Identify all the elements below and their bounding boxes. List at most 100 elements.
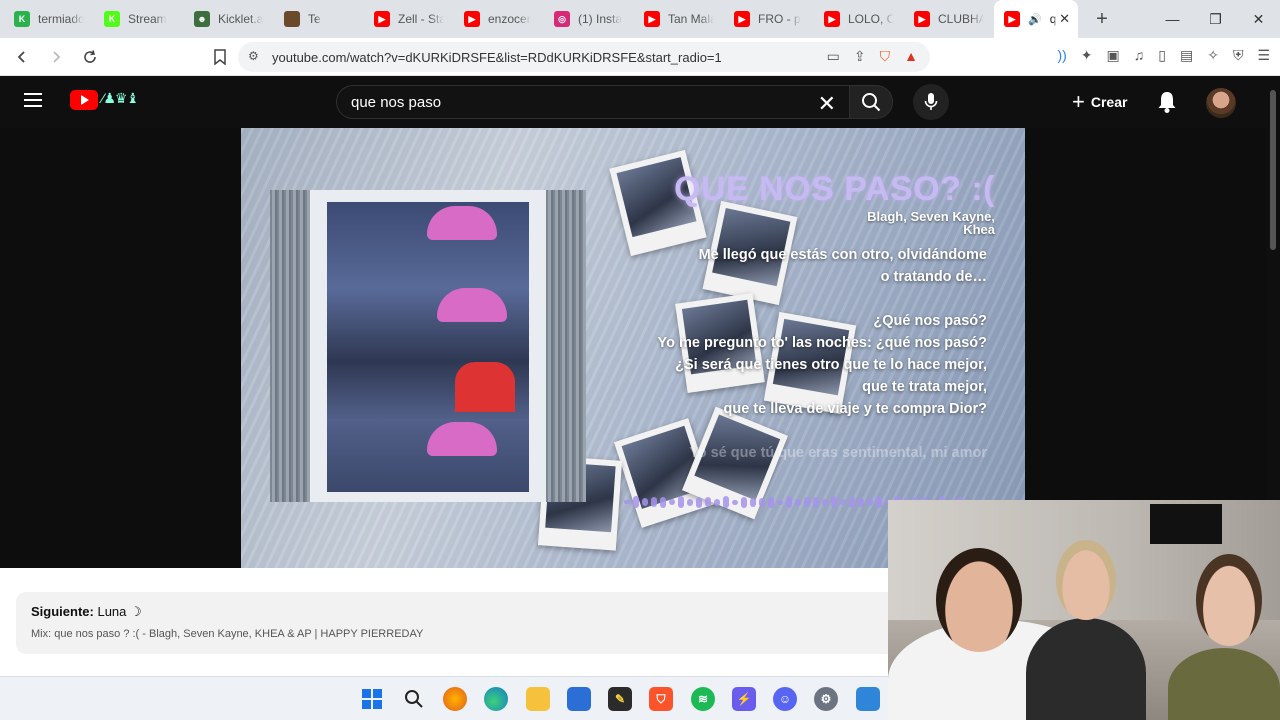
back-button[interactable] — [8, 43, 36, 71]
leo-ai-icon[interactable]: ✧ — [1207, 47, 1219, 64]
tab-favicon-icon: K — [104, 11, 120, 27]
bell-icon — [1158, 92, 1176, 113]
search-input[interactable]: que nos paso ✕ — [336, 85, 850, 119]
firefox-icon[interactable] — [443, 687, 467, 711]
up-next-card[interactable]: Siguiente: Luna ☽ Mix: que nos paso ? :(… — [16, 592, 916, 654]
waveform-dot — [858, 497, 864, 507]
waveform-dot — [840, 499, 846, 505]
youtube-header: ⁄♟♛♝ que nos paso ✕ + Crear — [0, 76, 1266, 128]
tab-favicon-icon: ▶ — [374, 11, 390, 27]
tab-favicon-icon — [284, 11, 300, 27]
lyric-line: que te lleva de viaje y te compra Dior? — [723, 401, 987, 417]
voice-search-button[interactable] — [913, 84, 949, 120]
waveform-dot — [624, 500, 630, 504]
brave-rewards-icon[interactable]: ▲ — [904, 48, 918, 65]
tab-favicon-icon: ▶ — [464, 11, 480, 27]
browser-tab[interactable]: ▶ FRO - p — [724, 0, 814, 38]
address-bar[interactable]: ⚙ youtube.com/watch?v=dKURKiDRSFE&list=R… — [238, 42, 930, 72]
waveform-dot — [822, 498, 828, 506]
pc-manager-icon[interactable]: ⚡ — [732, 687, 756, 711]
settings-icon[interactable]: ⚙ — [814, 687, 838, 711]
tab-search-icon[interactable]: ▣ — [1107, 47, 1120, 64]
avatar[interactable] — [1206, 88, 1236, 118]
browser-tab[interactable]: ◎ (1) Insta — [544, 0, 634, 38]
create-label: Crear — [1090, 94, 1128, 110]
menu-icon[interactable] — [24, 93, 42, 107]
background-tv — [1150, 504, 1222, 544]
lyric-line — [658, 288, 987, 310]
clear-search-icon[interactable]: ✕ — [818, 91, 836, 117]
restore-button[interactable]: ❐ — [1194, 0, 1237, 38]
new-tab-button[interactable]: + — [1088, 8, 1116, 31]
brave-browser-icon[interactable]: ⛉ — [649, 687, 673, 711]
discord-icon[interactable]: ☺ — [773, 687, 797, 711]
search-text: que nos paso — [351, 93, 442, 111]
media-icon[interactable]: ♫ — [1134, 47, 1145, 64]
youtube-logo[interactable] — [70, 90, 98, 110]
minimize-button[interactable]: — — [1151, 0, 1194, 38]
close-window-button[interactable]: ✕ — [1237, 0, 1280, 38]
browser-tab[interactable]: ▶ Tan Mala — [634, 0, 724, 38]
artist-photo — [327, 202, 529, 492]
site-info-icon[interactable]: ⚙ — [248, 49, 259, 63]
notifications-button[interactable] — [1156, 90, 1178, 119]
browser-tab[interactable]: Ktermiado — [4, 0, 94, 38]
tab-title: LOLO, Cl — [848, 12, 894, 26]
browser-tab[interactable]: Te — [274, 0, 364, 38]
close-tab-icon[interactable]: ✕ — [1059, 11, 1070, 27]
lyric-line — [658, 420, 987, 442]
tab-favicon-icon: ▶ — [914, 11, 930, 27]
lyric-line: que te trata mejor, — [862, 379, 987, 395]
wallet-icon[interactable]: ▤ — [1180, 47, 1193, 64]
tab-favicon-icon: K — [14, 11, 30, 27]
bookmark-button[interactable] — [206, 43, 234, 71]
lyric-line: ¿Qué nos pasó? — [873, 313, 987, 329]
share-icon[interactable]: ⇪ — [854, 48, 866, 65]
waveform-dot — [732, 499, 738, 505]
waveform-dot — [705, 497, 711, 507]
lyrics-block: Me llegó que estás con otro, olvidándome… — [658, 244, 987, 464]
photos-icon[interactable] — [856, 687, 880, 711]
doodle-logo[interactable]: ⁄♟♛♝ — [102, 90, 139, 107]
sidebar-icon[interactable]: ▯ — [1158, 47, 1166, 64]
browser-tab-strip: Ktermiado K Stream ☻ Kicklet.a Te ▶ Zell - Sta ▶… — [0, 0, 1280, 38]
waveform-dot — [660, 496, 666, 508]
browser-tab[interactable]: ☻ Kicklet.a — [184, 0, 274, 38]
streamer-head — [936, 548, 1022, 652]
reload-button[interactable] — [76, 43, 104, 71]
back-arrow-icon — [17, 50, 25, 63]
read-aloud-icon[interactable]: )) — [1057, 47, 1066, 64]
search-icon[interactable] — [402, 687, 426, 711]
browser-tab[interactable]: ▶ enzocer — [454, 0, 544, 38]
browser-tab[interactable]: ▶ Zell - Sta — [364, 0, 454, 38]
brave-shields-icon[interactable]: ⛉ — [880, 48, 891, 65]
search-icon — [862, 93, 881, 112]
waveform-dot — [750, 497, 756, 507]
spotify-icon[interactable]: ≋ — [691, 687, 715, 711]
search-button[interactable] — [849, 85, 893, 119]
vpn-icon[interactable]: ⛨ — [1233, 47, 1244, 64]
create-button[interactable]: + Crear — [1060, 85, 1139, 119]
tab-title: q — [1049, 12, 1057, 26]
waveform-dot — [795, 498, 801, 506]
browser-tab-active[interactable]: ▶ 🔊 q ✕ — [994, 0, 1078, 38]
file-explorer-icon[interactable] — [526, 687, 550, 711]
tab-title: Tan Mala — [668, 12, 714, 26]
bookmark-icon — [214, 48, 226, 65]
lyric-line: Yo sé que tú que eras sentimental, mi am… — [689, 445, 987, 461]
sticky-notes-icon[interactable]: ✎ — [608, 687, 632, 711]
browser-tab[interactable]: ▶ LOLO, Cl — [814, 0, 904, 38]
forward-arrow-icon — [53, 50, 61, 63]
extensions-icon[interactable]: ✦ — [1081, 47, 1093, 64]
browser-tab[interactable]: K Stream — [94, 0, 184, 38]
waveform-dot — [813, 496, 819, 508]
waveform-dot — [651, 497, 657, 507]
cast-icon[interactable]: ▭ — [827, 48, 840, 65]
scrollbar-thumb[interactable] — [1270, 90, 1276, 250]
edge-icon[interactable] — [484, 687, 508, 711]
browser-tab[interactable]: ▶ CLUBHA — [904, 0, 994, 38]
windows-start-icon[interactable] — [360, 687, 384, 711]
microsoft-store-icon[interactable] — [567, 687, 591, 711]
menu-icon[interactable]: ☰ — [1257, 47, 1270, 64]
forward-button[interactable] — [42, 43, 70, 71]
